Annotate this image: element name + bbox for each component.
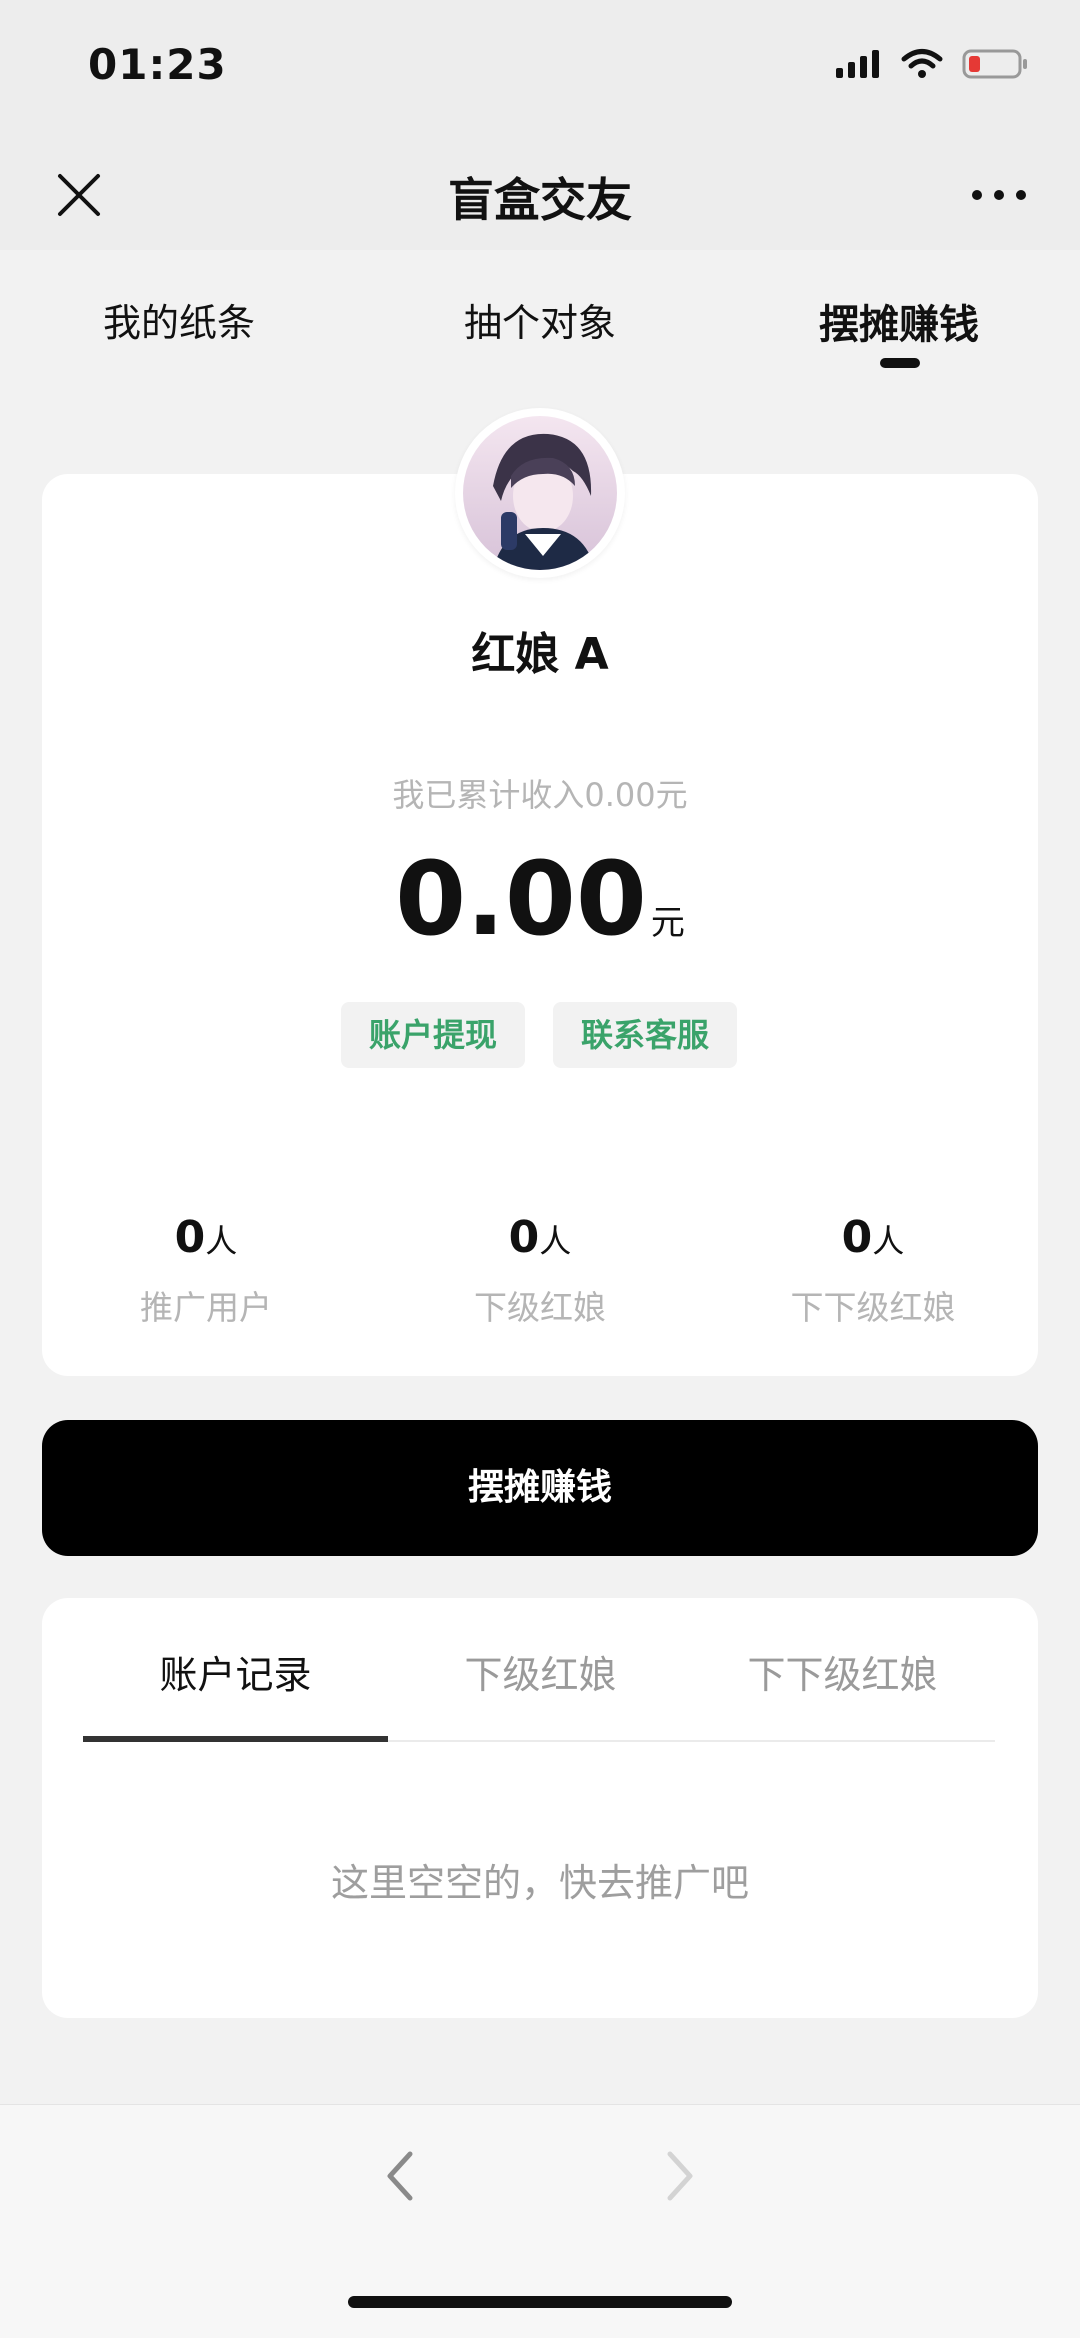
empty-state-text: 这里空空的，快去推广吧	[330, 1861, 749, 1905]
tab-active-indicator	[880, 358, 920, 368]
stat-unit: 人	[539, 1222, 572, 1260]
tab-earn-money[interactable]: 摆摊赚钱	[749, 292, 1049, 350]
forward-arrow-icon[interactable]	[660, 2148, 700, 2204]
tab-sub-sub-matchmakers[interactable]: 下下级红娘	[690, 1644, 995, 1699]
status-time: 01:23	[88, 40, 227, 89]
stat-unit: 人	[205, 1222, 238, 1260]
stat-label: 下下级红娘	[790, 1288, 956, 1327]
tab-sub-matchmakers[interactable]: 下级红娘	[388, 1644, 693, 1699]
stat-sub-sub-matchmakers: 0人 下下级红娘	[723, 1212, 1023, 1329]
more-icon[interactable]	[970, 182, 1028, 208]
tab-account-records[interactable]: 账户记录	[83, 1644, 388, 1699]
avatar[interactable]	[455, 408, 625, 578]
stat-label: 推广用户	[140, 1288, 272, 1327]
records-tab-indicator	[83, 1736, 388, 1742]
withdraw-button[interactable]: 账户提现	[341, 1002, 525, 1068]
status-bar: 01:23	[0, 0, 1080, 140]
balance-value: 0.00	[395, 840, 647, 959]
stat-unit: 人	[872, 1222, 905, 1260]
stat-label: 下级红娘	[474, 1288, 606, 1327]
status-icons	[834, 48, 1028, 80]
tab-my-notes[interactable]: 我的纸条	[29, 292, 329, 347]
stat-promoted-users: 0人 推广用户	[56, 1212, 356, 1329]
signal-icon	[836, 50, 879, 78]
income-label: 我已累计收入0.00元	[392, 776, 688, 814]
earn-money-button[interactable]: 摆摊赚钱	[42, 1420, 1038, 1556]
battery-icon	[962, 49, 1027, 79]
tab-draw-partner[interactable]: 抽个对象	[390, 292, 690, 347]
wifi-icon	[901, 49, 943, 78]
top-tabs: 我的纸条 抽个对象 摆摊赚钱	[0, 250, 1080, 400]
home-indicator	[348, 2296, 732, 2308]
stat-value: 0	[508, 1212, 540, 1263]
balance: 0.00 元	[0, 840, 1080, 959]
nav-bar: 盲盒交友	[0, 140, 1080, 250]
stat-value: 0	[841, 1212, 873, 1263]
back-arrow-icon[interactable]	[380, 2148, 420, 2204]
contact-service-button[interactable]: 联系客服	[553, 1002, 737, 1068]
stat-sub-matchmakers: 0人 下级红娘	[390, 1212, 690, 1329]
avatar-image	[463, 416, 617, 570]
nickname: 红娘 A	[471, 629, 609, 680]
page-title: 盲盒交友	[448, 173, 632, 227]
stat-value: 0	[174, 1212, 206, 1263]
balance-unit: 元	[650, 903, 685, 943]
